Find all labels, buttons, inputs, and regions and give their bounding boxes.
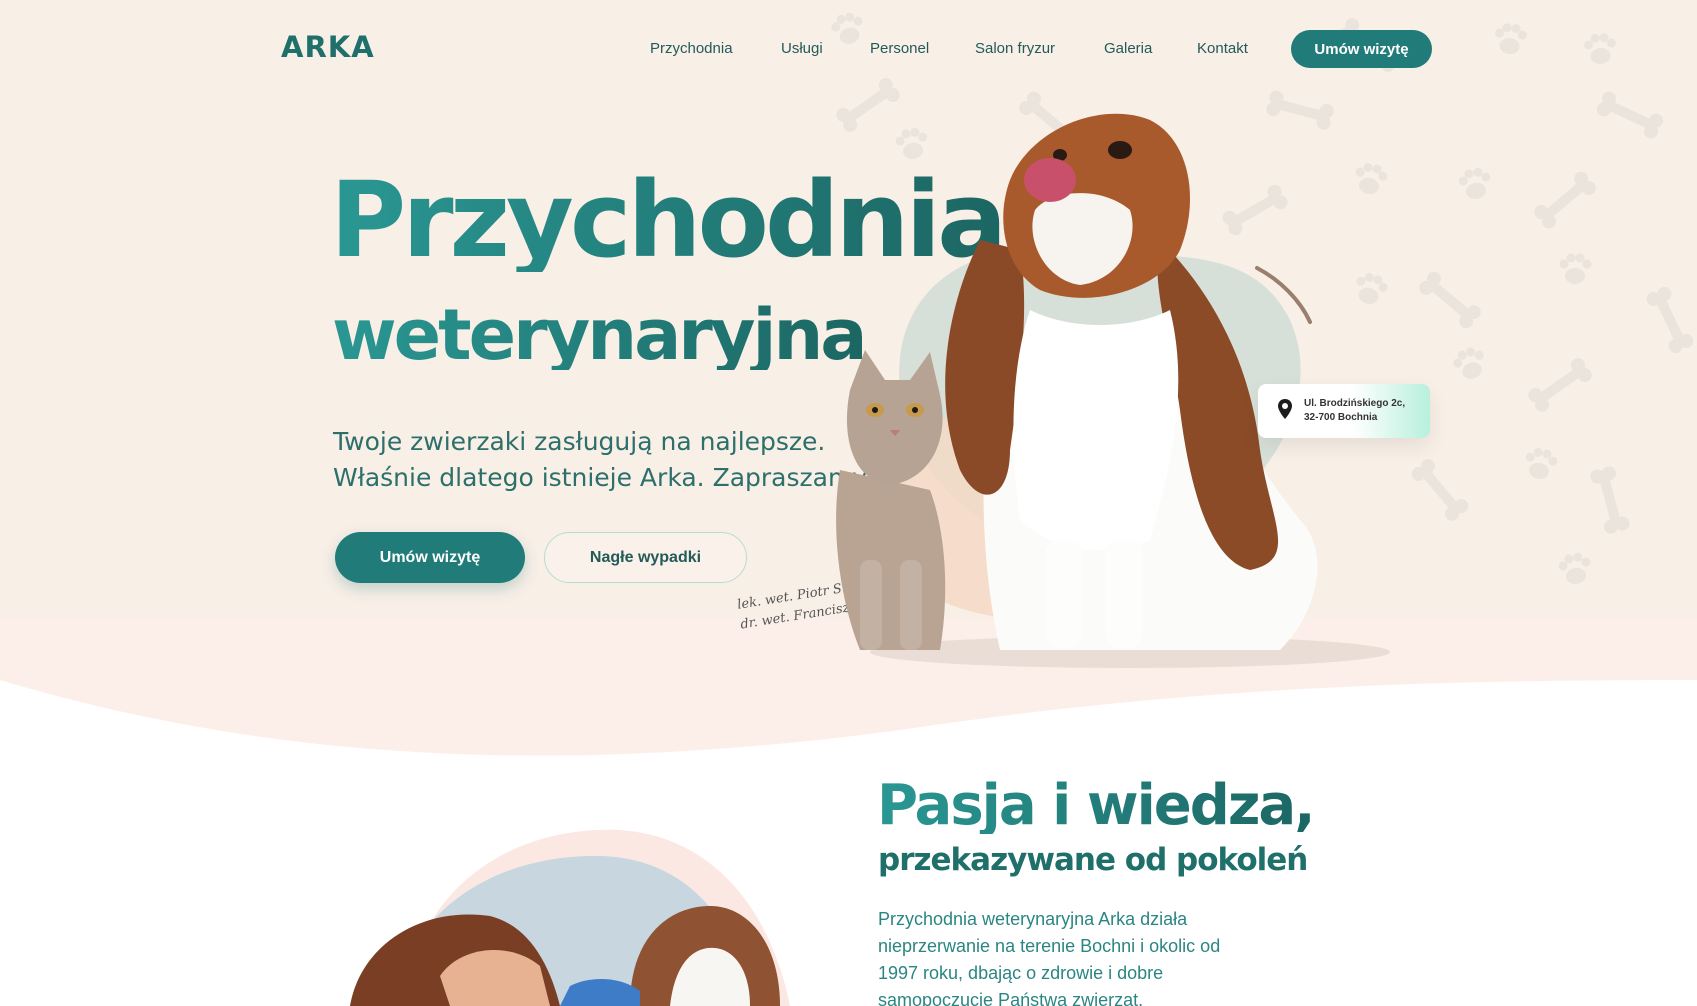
nav-item-salon-fryzur[interactable]: Salon fryzur [975, 40, 1055, 57]
nav-item-galeria[interactable]: Galeria [1104, 40, 1152, 57]
emergency-button[interactable]: Nagłe wypadki [544, 532, 747, 583]
logo[interactable]: ARKA [281, 30, 375, 64]
nav-item-uslugi[interactable]: Usługi [781, 40, 823, 57]
nav-book-visit-button[interactable]: Umów wizytę [1291, 30, 1432, 68]
section-subtitle: przekazywane od pokoleń [878, 842, 1308, 878]
hero-description-line-2: Właśnie dlatego istnieje Arka. Zapraszam… [333, 463, 878, 492]
section-text: Przychodnia weterynaryjna Arka działa ni… [878, 909, 1221, 1006]
hero-subtitle: weterynaryjna [332, 294, 868, 376]
address-line-2: 32-700 Bochnia [1304, 412, 1378, 423]
section-title: Pasja i wiedza, [877, 773, 1315, 838]
location-pin-icon [1278, 399, 1292, 423]
address-text: Ul. Brodzińskiego 2c, 32-700 Bochnia [1304, 397, 1405, 425]
address-card[interactable]: Ul. Brodzińskiego 2c, 32-700 Bochnia [1258, 384, 1430, 438]
nav-item-przychodnia[interactable]: Przychodnia [650, 40, 733, 57]
nav-item-personel[interactable]: Personel [870, 40, 929, 57]
hero-description: Twoje zwierzaki zasługują na najlepsze. … [333, 424, 877, 496]
nav-item-kontakt[interactable]: Kontakt [1197, 40, 1248, 57]
vet-with-dog-photo [350, 829, 790, 1006]
book-visit-button[interactable]: Umów wizytę [335, 532, 525, 583]
address-line-1: Ul. Brodzińskiego 2c, [1304, 398, 1406, 409]
hero-description-line-1: Twoje zwierzaki zasługują na najlepsze. [333, 427, 826, 456]
